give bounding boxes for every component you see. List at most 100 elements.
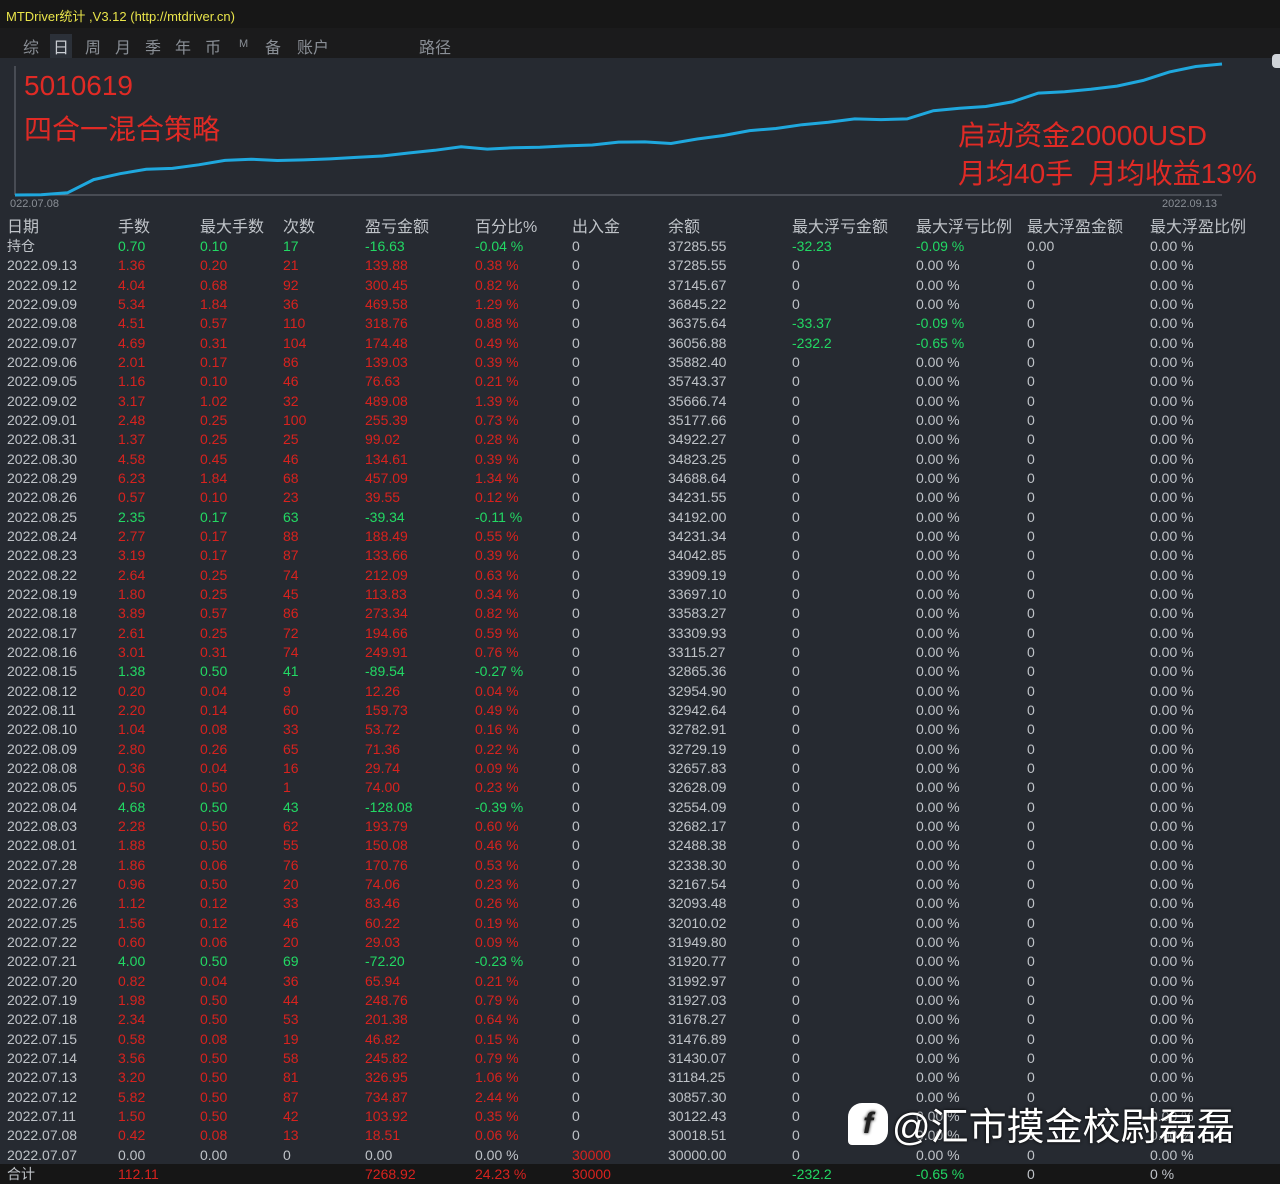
table-row[interactable]: 2022.07.14 3.56 0.50 58 245.82 0.79 % 0 31430.0… <box>0 1049 1280 1068</box>
table-row[interactable]: 2022.08.15 1.38 0.50 41 -89.54 -0.27 % 0 32865.… <box>0 662 1280 681</box>
cell-pnl: 0.00 <box>365 1146 393 1163</box>
cell-pnl: 174.48 <box>365 334 408 351</box>
cell-max-float-profit-pct: 0.00 % <box>1150 489 1194 506</box>
table-row[interactable]: 2022.08.24 2.77 0.17 88 188.49 0.55 % 0 34231.3… <box>0 527 1280 546</box>
cell-lots: 2.28 <box>118 817 146 834</box>
cell-date: 2022.08.04 <box>7 798 78 815</box>
cell-pnl: 74.00 <box>365 779 401 796</box>
table-row[interactable]: 2022.08.26 0.57 0.10 23 39.55 0.12 % 0 34231.55… <box>0 488 1280 507</box>
table-row[interactable]: 2022.09.08 4.51 0.57 110 318.76 0.88 % 0 36375.… <box>0 314 1280 333</box>
cell-max-float-loss-pct: 0.00 % <box>916 759 960 776</box>
table-row[interactable]: 持仓 0.70 0.10 17 -16.63 -0.04 % 0 37285.55 -32.23… <box>0 237 1280 256</box>
table-row[interactable]: 2022.07.28 1.86 0.06 76 170.76 0.53 % 0 32338.3… <box>0 856 1280 875</box>
cell-max-lots: 0.04 <box>200 759 228 776</box>
table-row[interactable]: 2022.08.17 2.61 0.25 72 194.66 0.59 % 0 33309.9… <box>0 624 1280 643</box>
cell-max-float-loss: 0 <box>792 411 800 428</box>
cell-max-float-profit-pct: 0.00 % <box>1150 276 1194 293</box>
table-row[interactable]: 2022.08.01 1.88 0.50 55 150.08 0.46 % 0 32488.3… <box>0 836 1280 855</box>
table-row[interactable]: 2022.07.25 1.56 0.12 46 60.22 0.19 % 0 32010.02… <box>0 914 1280 933</box>
tab-4[interactable]: 季 <box>142 34 164 58</box>
table-row[interactable]: 2022.08.23 3.19 0.17 87 133.66 0.39 % 0 34042.8… <box>0 546 1280 565</box>
cell-pnl: -16.63 <box>365 238 405 254</box>
table-row[interactable]: 2022.09.12 4.04 0.68 92 300.45 0.82 % 0 37145.6… <box>0 276 1280 295</box>
table-row[interactable]: 2022.07.18 2.34 0.50 53 201.38 0.64 % 0 31678.2… <box>0 1010 1280 1029</box>
cell-max-float-profit: 0 <box>1027 1166 1035 1182</box>
tab-10[interactable]: 路径 <box>416 34 454 58</box>
table-row[interactable]: 2022.07.27 0.96 0.50 20 74.06 0.23 % 0 32167.54… <box>0 875 1280 894</box>
table-row[interactable]: 2022.08.12 0.20 0.04 9 12.26 0.04 % 0 32954.90 0… <box>0 682 1280 701</box>
cell-pct: 0.64 % <box>475 1011 519 1028</box>
table-row[interactable]: 2022.09.05 1.16 0.10 46 76.63 0.21 % 0 35743.37… <box>0 372 1280 391</box>
tab-6[interactable]: 币 <box>202 34 224 58</box>
cell-flow: 0 <box>572 238 580 254</box>
table-row[interactable]: 2022.08.16 3.01 0.31 74 249.91 0.76 % 0 33115.2… <box>0 643 1280 662</box>
cell-pnl: 188.49 <box>365 527 408 544</box>
cell-pct: 1.06 % <box>475 1069 519 1086</box>
cell-lots: 4.68 <box>118 798 146 815</box>
table-row[interactable]: 2022.08.03 2.28 0.50 62 193.79 0.60 % 0 32682.1… <box>0 817 1280 836</box>
table-row[interactable]: 2022.07.22 0.60 0.06 20 29.03 0.09 % 0 31949.80… <box>0 933 1280 952</box>
table-row[interactable]: 2022.08.31 1.37 0.25 25 99.02 0.28 % 0 34922.27… <box>0 430 1280 449</box>
cell-date: 2022.07.27 <box>7 875 78 892</box>
table-row[interactable]: 2022.07.26 1.12 0.12 33 83.46 0.26 % 0 32093.48… <box>0 894 1280 913</box>
cell-max-float-profit: 0 <box>1027 1011 1035 1028</box>
tab-9[interactable]: 账户 <box>294 34 332 58</box>
table-row[interactable]: 2022.09.09 5.34 1.84 36 469.58 1.29 % 0 36845.2… <box>0 295 1280 314</box>
table-row[interactable]: 2022.09.13 1.36 0.20 21 139.88 0.38 % 0 37285.5… <box>0 256 1280 275</box>
tab-0[interactable]: 综 <box>20 34 42 58</box>
cell-date: 2022.07.18 <box>7 1011 78 1028</box>
table-row[interactable]: 2022.09.06 2.01 0.17 86 139.03 0.39 % 0 35882.4… <box>0 353 1280 372</box>
cell-flow: 0 <box>572 914 580 931</box>
table-row[interactable]: 2022.08.04 4.68 0.50 43 -128.08 -0.39 % 0 32554… <box>0 798 1280 817</box>
cell-flow: 0 <box>572 663 580 680</box>
table-row[interactable]: 2022.08.18 3.89 0.57 86 273.34 0.82 % 0 33583.2… <box>0 604 1280 623</box>
table-row[interactable]: 2022.07.15 0.58 0.08 19 46.82 0.15 % 0 31476.89… <box>0 1030 1280 1049</box>
table-row[interactable]: 2022.08.11 2.20 0.14 60 159.73 0.49 % 0 32942.6… <box>0 701 1280 720</box>
cell-balance: 31430.07 <box>668 1049 727 1066</box>
cell-flow: 0 <box>572 508 580 525</box>
tab-3[interactable]: 月 <box>112 34 134 58</box>
tab-5[interactable]: 年 <box>172 34 194 58</box>
table-row[interactable]: 2022.09.07 4.69 0.31 104 174.48 0.49 % 0 36056.… <box>0 334 1280 353</box>
totals-row[interactable]: 合计 112.11 7268.92 24.23 % 30000 -232.2 -0.65 %… <box>0 1165 1280 1184</box>
table-row[interactable]: 2022.08.22 2.64 0.25 74 212.09 0.63 % 0 33909.1… <box>0 566 1280 585</box>
cell-max-float-loss-pct: 0.00 % <box>916 411 960 428</box>
table-row[interactable]: 2022.08.19 1.80 0.25 45 113.83 0.34 % 0 33697.1… <box>0 585 1280 604</box>
scroll-handle[interactable] <box>1272 54 1280 68</box>
table-row[interactable]: 2022.07.20 0.82 0.04 36 65.94 0.21 % 0 31992.97… <box>0 972 1280 991</box>
cell-max-float-profit-pct: 0.00 % <box>1150 991 1194 1008</box>
cell-pct: 0.60 % <box>475 817 519 834</box>
cell-max-float-loss: 0 <box>792 527 800 544</box>
tab-1[interactable]: 日 <box>50 34 73 58</box>
cell-max-float-loss: -232.2 <box>792 334 832 351</box>
cell-count: 46 <box>283 914 299 931</box>
tab-7[interactable]: M <box>236 38 251 50</box>
table-row[interactable]: 2022.08.05 0.50 0.50 1 74.00 0.23 % 0 32628.09 0… <box>0 778 1280 797</box>
table-row[interactable]: 2022.08.25 2.35 0.17 63 -39.34 -0.11 % 0 34192.… <box>0 508 1280 527</box>
cell-count: 62 <box>283 817 299 834</box>
table-row[interactable]: 2022.08.08 0.36 0.04 16 29.74 0.09 % 0 32657.83… <box>0 759 1280 778</box>
table-row[interactable]: 2022.08.29 6.23 1.84 68 457.09 1.34 % 0 34688.6… <box>0 469 1280 488</box>
cell-max-float-loss: 0 <box>792 991 800 1008</box>
cell-date: 合计 <box>7 1166 35 1182</box>
cell-pnl: -89.54 <box>365 663 405 680</box>
cell-count: 0 <box>283 1146 291 1163</box>
table-row[interactable]: 2022.07.13 3.20 0.50 81 326.95 1.06 % 0 31184.2… <box>0 1068 1280 1087</box>
cell-date: 2022.08.19 <box>7 585 78 602</box>
cell-max-float-profit: 0 <box>1027 1030 1035 1047</box>
table-row[interactable]: 2022.07.19 1.98 0.50 44 248.76 0.79 % 0 31927.0… <box>0 991 1280 1010</box>
table-row[interactable]: 2022.08.10 1.04 0.08 33 53.72 0.16 % 0 32782.91… <box>0 720 1280 739</box>
table-row[interactable]: 2022.08.09 2.80 0.26 65 71.36 0.22 % 0 32729.19… <box>0 740 1280 759</box>
cell-max-lots: 0.50 <box>200 663 228 680</box>
cell-max-float-profit-pct: 0.00 % <box>1150 469 1194 486</box>
table-row[interactable]: 2022.08.30 4.58 0.45 46 134.61 0.39 % 0 34823.2… <box>0 450 1280 469</box>
cell-count: 60 <box>283 701 299 718</box>
cell-pnl: 150.08 <box>365 837 408 854</box>
cell-balance: 32010.02 <box>668 914 727 931</box>
table-row[interactable]: 2022.09.01 2.48 0.25 100 255.39 0.73 % 0 35177.… <box>0 411 1280 430</box>
table-row[interactable]: 2022.09.02 3.17 1.02 32 489.08 1.39 % 0 35666.7… <box>0 392 1280 411</box>
table-row[interactable]: 2022.07.21 4.00 0.50 69 -72.20 -0.23 % 0 31920.… <box>0 952 1280 971</box>
tab-8[interactable]: 备 <box>262 34 284 58</box>
tab-2[interactable]: 周 <box>82 34 104 58</box>
cell-max-float-loss-pct: 0.00 % <box>916 837 960 854</box>
